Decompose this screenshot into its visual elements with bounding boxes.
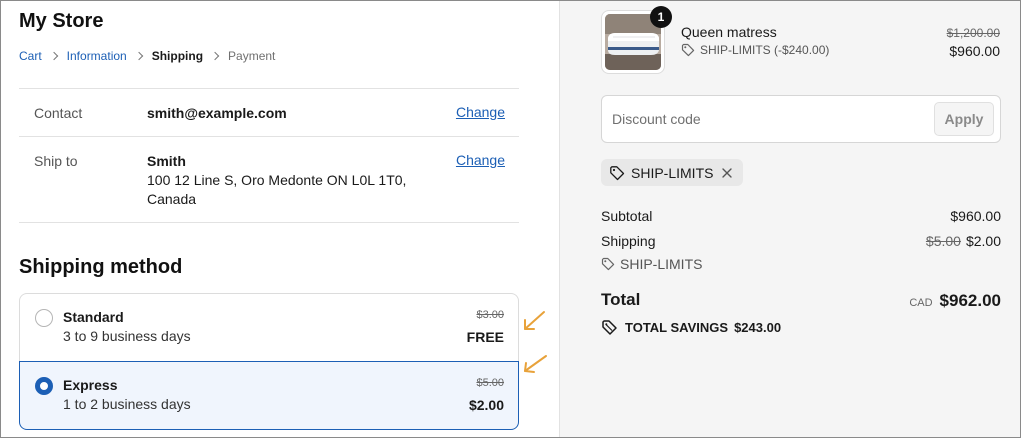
ship-to-name: Smith	[147, 153, 186, 169]
tag-icon	[601, 257, 615, 271]
quantity-badge: 1	[650, 6, 672, 28]
savings-label: TOTAL SAVINGS	[625, 320, 729, 335]
subtotal-row: Subtotal $960.00	[601, 208, 1001, 224]
option-name: Standard	[63, 309, 124, 325]
option-name: Express	[63, 377, 118, 393]
shipping-discount-row: SHIP-LIMITS	[601, 256, 1001, 272]
option-desc: 1 to 2 business days	[63, 396, 191, 412]
shipping-label: Shipping	[601, 233, 656, 249]
breadcrumb-information[interactable]: Information	[67, 49, 127, 63]
shipping-value: $2.00	[965, 233, 1001, 249]
discount-code-input[interactable]	[612, 108, 922, 130]
ship-to-address: 100 12 Line S, Oro Medonte ON L0L 1T0, C…	[147, 172, 407, 207]
radio-express[interactable]	[35, 377, 53, 395]
checkout-window: My Store Cart Information Shipping Payme…	[0, 0, 1021, 438]
chevron-right-icon	[134, 51, 143, 61]
total-value-group: CAD $962.00	[909, 291, 1001, 311]
product-old-price: $1,200.00	[946, 26, 1000, 40]
shipping-option-standard[interactable]: Standard 3 to 9 business days $3.00 FREE	[19, 293, 519, 361]
shipping-old-price: $5.00	[925, 233, 961, 249]
breadcrumb-payment: Payment	[228, 49, 276, 63]
shipping-value-group: $5.00 $2.00	[926, 233, 1001, 249]
tag-icon	[681, 43, 695, 57]
contact-row: Contact smith@example.com Change	[19, 89, 519, 137]
total-row: Total CAD $962.00	[601, 290, 1001, 310]
annotation-arrow-icon	[524, 355, 547, 373]
total-value: $962.00	[939, 291, 1001, 310]
ship-to-label: Ship to	[34, 153, 78, 169]
applied-discount-code: SHIP-LIMITS	[631, 164, 714, 181]
shipping-options: Standard 3 to 9 business days $3.00 FREE…	[19, 293, 519, 431]
chevron-right-icon	[49, 51, 58, 61]
discount-form: Apply	[601, 95, 1001, 143]
order-summary: 1 Queen matress SHIP-LIMITS (-$240.00) $…	[559, 1, 1020, 437]
option-price: FREE	[466, 329, 504, 345]
change-ship-to-link[interactable]: Change	[456, 152, 505, 168]
product-thumbnail: 1	[601, 6, 672, 74]
option-old-price: $3.00	[476, 309, 504, 321]
shipping-option-express[interactable]: Express 1 to 2 business days $5.00 $2.00	[19, 361, 519, 430]
option-old-price: $5.00	[476, 377, 504, 389]
breadcrumb-cart[interactable]: Cart	[19, 49, 42, 63]
ship-to-row: Ship to Smith 100 12 Line S, Oro Medonte…	[19, 137, 519, 223]
product-discount: SHIP-LIMITS (-$240.00)	[681, 43, 829, 57]
change-contact-link[interactable]: Change	[456, 104, 505, 120]
contact-value: smith@example.com	[147, 105, 287, 121]
subtotal-value: $960.00	[950, 208, 1001, 224]
remove-discount-icon[interactable]	[721, 167, 733, 179]
store-title: My Store	[19, 10, 104, 32]
breadcrumb-shipping: Shipping	[151, 49, 204, 63]
breadcrumb: Cart Information Shipping Payment	[19, 49, 275, 63]
ship-to-value: Smith 100 12 Line S, Oro Medonte ON L0L …	[147, 152, 427, 209]
checkout-main: My Store Cart Information Shipping Payme…	[1, 1, 559, 437]
radio-standard[interactable]	[35, 309, 53, 327]
total-label: Total	[601, 290, 641, 309]
applied-discount-chip: SHIP-LIMITS	[601, 159, 744, 186]
total-savings: TOTAL SAVINGS $243.00	[601, 319, 781, 336]
savings-tag-icon	[602, 320, 617, 335]
shipping-method-title: Shipping method	[19, 256, 183, 278]
chevron-right-icon	[210, 51, 220, 61]
subtotal-label: Subtotal	[601, 208, 653, 224]
total-currency: CAD	[909, 297, 933, 309]
savings-value: $243.00	[734, 320, 782, 335]
product-name: Queen matress	[681, 24, 777, 40]
option-price: $2.00	[468, 397, 504, 413]
annotation-arrow-icon	[524, 311, 545, 330]
shipping-row: Shipping $5.00 $2.00	[601, 233, 1001, 249]
product-price: $960.00	[949, 43, 1000, 59]
shipping-discount-code: SHIP-LIMITS	[620, 256, 703, 272]
option-desc: 3 to 9 business days	[63, 328, 191, 344]
apply-button[interactable]: Apply	[934, 102, 994, 136]
tag-icon	[610, 165, 625, 180]
contact-label: Contact	[34, 105, 83, 121]
review-summary: Contact smith@example.com Change Ship to…	[19, 88, 519, 223]
product-discount-text: SHIP-LIMITS (-$240.00)	[700, 43, 830, 57]
